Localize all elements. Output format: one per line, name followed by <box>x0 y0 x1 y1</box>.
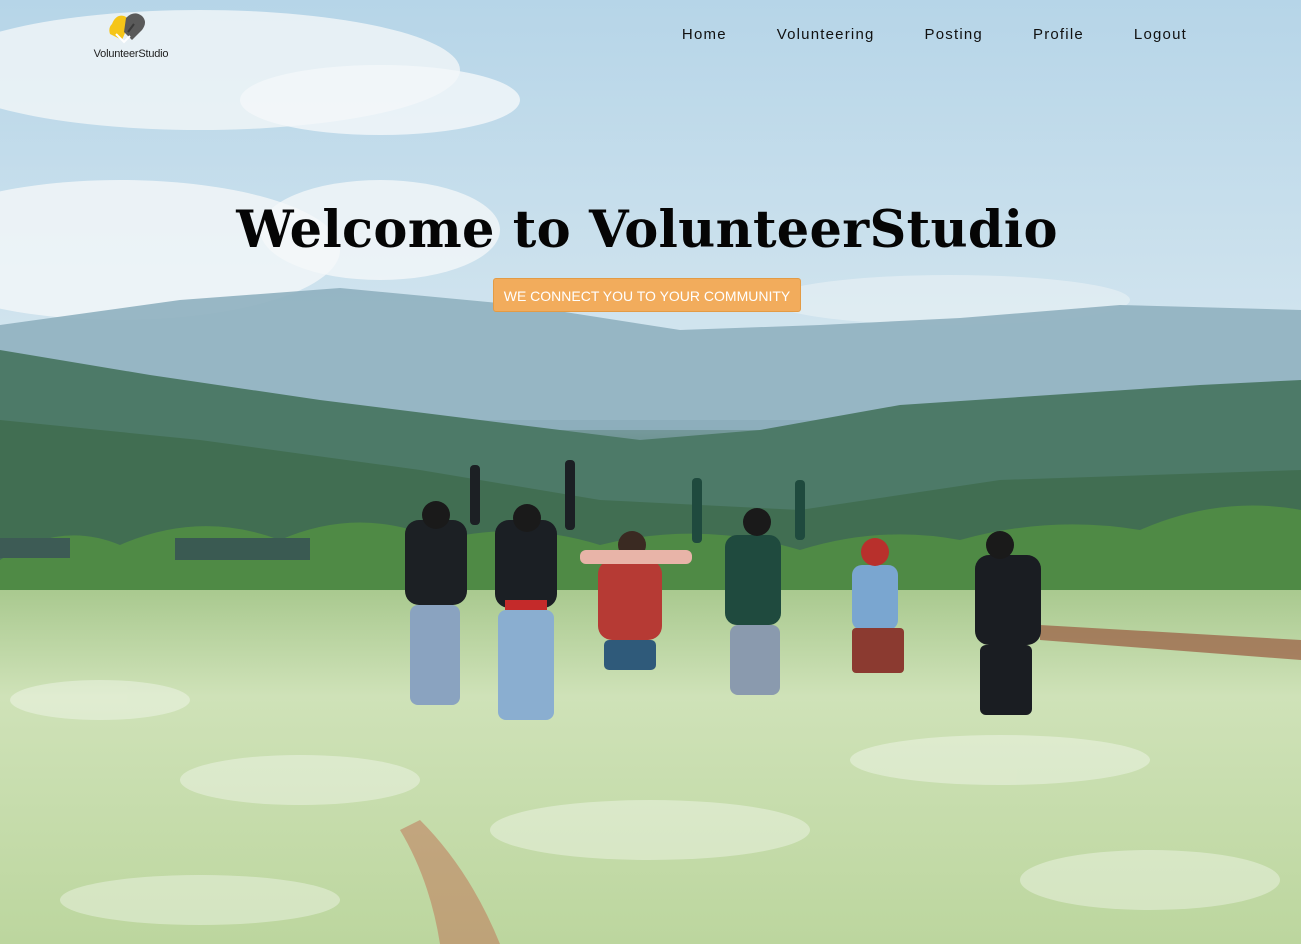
hero-section: VolunteerStudio Home Volunteering Postin… <box>0 0 1301 944</box>
hero-background-photo <box>0 0 1301 944</box>
brand-name: VolunteerStudio <box>93 48 169 60</box>
handshake-heart-icon <box>109 13 145 44</box>
brand-logo[interactable]: VolunteerStudio <box>90 10 172 62</box>
nav-home-link[interactable]: Home <box>682 26 727 43</box>
top-nav: Home Volunteering Posting Profile Logout <box>682 26 1187 43</box>
nav-volunteering-link[interactable]: Volunteering <box>777 26 875 43</box>
nav-posting-link[interactable]: Posting <box>925 26 983 43</box>
hero-title: Welcome to VolunteerStudio <box>236 200 1058 260</box>
nav-profile-link[interactable]: Profile <box>1033 26 1084 43</box>
nav-logout-link[interactable]: Logout <box>1134 26 1187 43</box>
tagline-button[interactable]: WE CONNECT YOU TO YOUR COMMUNITY <box>493 278 801 312</box>
